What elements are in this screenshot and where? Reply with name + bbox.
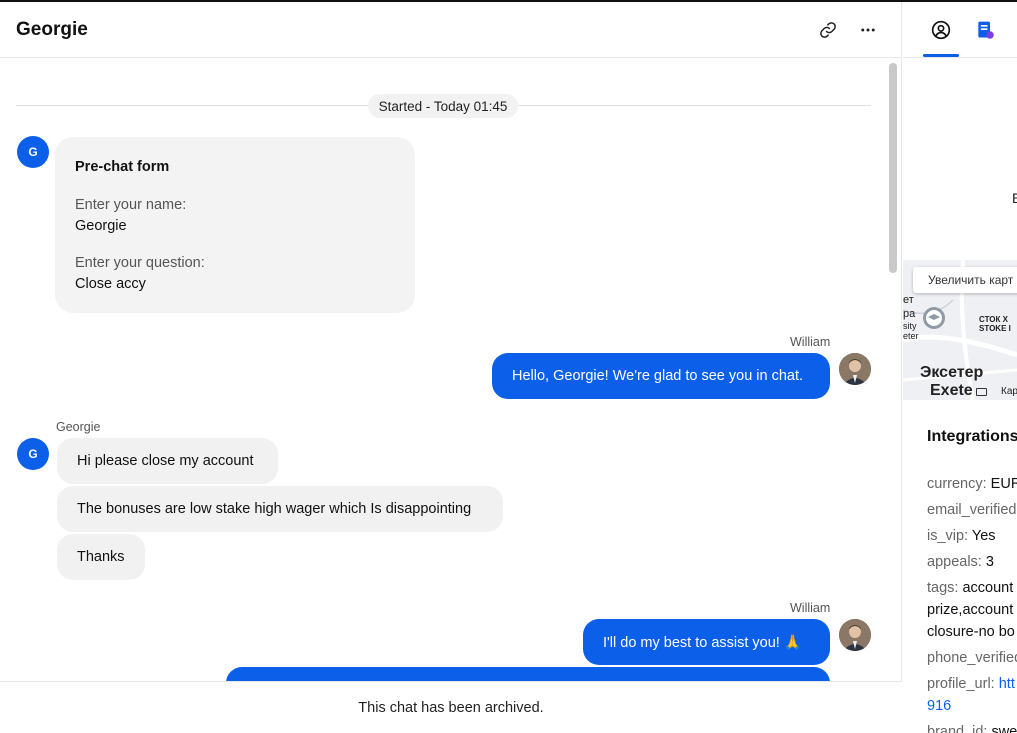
visitor-avatar: G	[17, 438, 49, 470]
prechat-name-value: Georgie	[75, 218, 127, 234]
keyboard-icon[interactable]	[976, 388, 987, 396]
field-key: is_vip:	[927, 528, 969, 544]
field-key: currency:	[927, 476, 987, 492]
agent-message: Hello, Georgie! We're glad to see you in…	[492, 353, 830, 399]
visitor-avatar: G	[17, 136, 49, 168]
more-options-button[interactable]	[856, 18, 880, 42]
integration-field-continued: closure-no bo	[927, 621, 1015, 643]
integration-field-continued: 916	[927, 695, 951, 717]
copy-link-button[interactable]	[816, 18, 840, 42]
map-label: ра	[903, 308, 916, 320]
integration-field: currency: EUR	[927, 473, 1017, 495]
integration-field-continued: prize,account	[927, 599, 1013, 621]
profile-url-link[interactable]: htt	[999, 676, 1015, 692]
details-sidebar: E Увеличить карт ет ра sity eter СТОК Х …	[903, 2, 1017, 733]
agent-sender-name: William	[790, 601, 831, 615]
chat-header: Georgie	[0, 2, 902, 58]
field-key: tags:	[927, 580, 959, 596]
integration-field: appeals: 3	[927, 551, 994, 573]
user-circle-icon	[931, 20, 951, 40]
field-value: Yes	[971, 528, 996, 544]
integration-field: profile_url: htt	[927, 673, 1015, 695]
map-label: eter	[903, 331, 919, 341]
map-enlarge-button[interactable]: Увеличить карт	[913, 267, 1017, 293]
prechat-question-label: Enter your question:	[75, 255, 205, 271]
field-key: brand_id:	[927, 724, 988, 733]
map-label: СТОК Х	[979, 315, 1008, 324]
field-value: 3	[985, 554, 994, 570]
integration-field: phone_verified	[927, 647, 1017, 669]
integration-field: tags: account	[927, 577, 1013, 599]
field-value: prize,account	[927, 602, 1014, 618]
map-label: ет	[903, 294, 914, 306]
archived-notice: This chat has been archived.	[0, 681, 902, 733]
integrations-title: Integrations	[927, 428, 1017, 445]
field-key: profile_url:	[927, 676, 995, 692]
map-label: Exete	[930, 382, 973, 399]
map-label[interactable]: Кар	[1001, 386, 1017, 397]
prechat-form-title: Pre-chat form	[75, 159, 170, 175]
agent-sender-name: William	[790, 335, 831, 349]
field-value: EUR	[990, 476, 1017, 492]
tab-customer-details[interactable]	[927, 16, 955, 44]
agent-avatar	[839, 619, 871, 651]
visitor-message: Hi please close my account	[57, 438, 278, 484]
agent-message-partial	[226, 667, 830, 681]
thread-scrollbar[interactable]	[889, 63, 897, 273]
field-key: appeals:	[927, 554, 982, 570]
visitor-sender-name: Georgie	[56, 420, 101, 434]
profile-url-link[interactable]: 916	[927, 698, 951, 714]
integration-field: brand_id: swe	[927, 721, 1017, 733]
more-horizontal-icon	[861, 28, 875, 32]
field-value: account	[962, 580, 1014, 596]
chat-pane: Georgie Started - Today 01:45 G Pre-chat…	[0, 2, 902, 733]
integration-field: email_verified	[927, 499, 1016, 521]
field-key: email_verified	[927, 502, 1017, 518]
sidebar-partial-text: E	[1012, 190, 1017, 206]
tab-notes[interactable]	[971, 16, 999, 44]
agent-message: I'll do my best to assist you! 🙏	[583, 619, 830, 665]
sidebar-tabs	[903, 2, 1017, 58]
map-label: sity	[903, 321, 917, 331]
visitor-message: Thanks	[57, 534, 145, 580]
link-icon	[820, 22, 836, 38]
chat-title: Georgie	[16, 19, 88, 40]
app: Georgie Started - Today 01:45 G Pre-chat…	[0, 2, 1017, 733]
visitor-message: The bonuses are low stake high wager whi…	[57, 486, 503, 532]
message-thread[interactable]: Started - Today 01:45 G Pre-chat form En…	[0, 59, 902, 681]
map-label: Эксетер	[920, 364, 984, 381]
field-value: closure-no bo	[927, 624, 1015, 640]
prechat-question-value: Close accy	[75, 276, 146, 292]
field-key: phone_verified	[927, 650, 1017, 666]
chat-started-label: Started - Today 01:45	[368, 94, 518, 118]
active-tab-indicator	[923, 54, 959, 57]
agent-avatar	[839, 353, 871, 385]
integration-field: is_vip: Yes	[927, 525, 996, 547]
map-label: STOKE I	[979, 324, 1011, 333]
field-value: swe	[991, 724, 1017, 733]
prechat-form-card: Pre-chat form Enter your name: Georgie E…	[55, 137, 415, 313]
location-map[interactable]: Увеличить карт ет ра sity eter СТОК Х ST…	[903, 260, 1017, 400]
prechat-name-label: Enter your name:	[75, 197, 187, 213]
document-icon	[978, 21, 994, 39]
